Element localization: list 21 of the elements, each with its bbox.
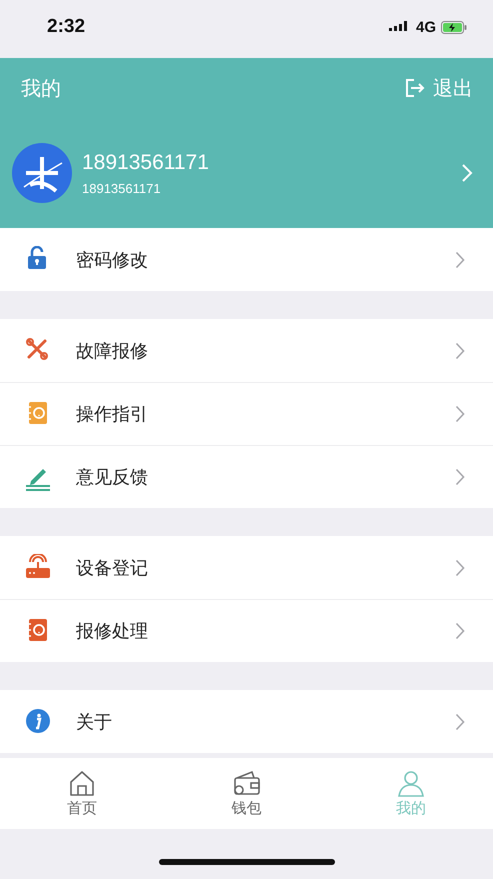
status-time: 2:32 bbox=[47, 16, 86, 38]
menu-item[interactable]: 报修处理 bbox=[0, 599, 493, 662]
tab[interactable]: 钱包 bbox=[164, 758, 329, 829]
menu-label: 故障报修 bbox=[76, 340, 149, 362]
menu-item[interactable]: 意见反馈 bbox=[0, 445, 493, 508]
menu-label: 操作指引 bbox=[76, 403, 149, 426]
menu-item[interactable]: 密码修改 bbox=[0, 228, 493, 291]
tab[interactable]: 首页 bbox=[0, 758, 164, 829]
user-name: 18913561171 bbox=[82, 150, 210, 174]
menu-label: 意见反馈 bbox=[76, 466, 149, 489]
menu-label: 报修处理 bbox=[76, 620, 149, 643]
menu-item[interactable]: 设备登记 bbox=[0, 536, 493, 599]
network-label: 4G bbox=[416, 18, 436, 36]
menu-label: 设备登记 bbox=[76, 556, 149, 580]
menu-label: 关于 bbox=[76, 710, 113, 734]
user-account: 18913561171 bbox=[82, 180, 162, 196]
menu-item[interactable]: 故障报修 bbox=[0, 319, 493, 382]
menu-item[interactable]: 操作指引 bbox=[0, 382, 493, 445]
page-title: 我的 bbox=[21, 74, 61, 102]
menu-label: 密码修改 bbox=[76, 248, 149, 272]
menu-item[interactable]: 关于 bbox=[0, 690, 493, 753]
